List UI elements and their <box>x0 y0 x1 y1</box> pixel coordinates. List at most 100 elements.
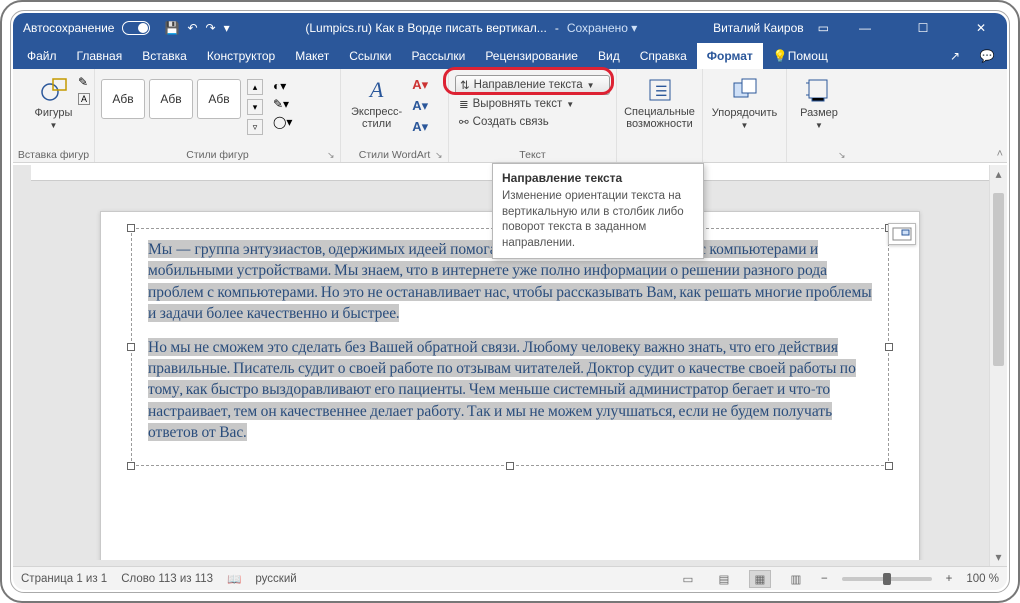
shape-style-2[interactable]: Абв <box>149 79 193 119</box>
comments-button[interactable]: 💬 <box>973 43 1001 69</box>
text-box[interactable]: Мы — группа энтузиастов, одержимых идеей… <box>131 228 889 466</box>
group-wordart-label: Стили WordArt <box>341 149 448 161</box>
word-count[interactable]: Слово 113 из 113 <box>121 573 213 585</box>
layout-options-button[interactable] <box>888 223 916 245</box>
close-button[interactable]: ✕ <box>959 13 1003 43</box>
text-direction-icon: ⇅ <box>460 78 470 92</box>
resize-handle[interactable] <box>127 462 135 470</box>
tab-mailings[interactable]: Рассылки <box>401 43 475 69</box>
shapes-label: Фигуры <box>35 107 73 119</box>
resize-handle[interactable] <box>885 343 893 351</box>
tell-me[interactable]: 💡 Помощ <box>763 43 838 69</box>
page[interactable]: Мы — группа энтузиастов, одержимых идеей… <box>100 211 920 560</box>
tab-references[interactable]: Ссылки <box>339 43 401 69</box>
text-fill-icon[interactable]: A▾ <box>412 77 428 93</box>
tooltip-title: Направление текста <box>502 171 694 185</box>
resize-handle[interactable] <box>506 462 514 470</box>
undo-icon[interactable]: ↶ <box>187 21 197 35</box>
create-link-label: Создать связь <box>473 116 549 128</box>
chevron-down-icon: ▼ <box>50 121 58 130</box>
scroll-up-icon[interactable]: ▴ <box>990 165 1007 183</box>
tab-format[interactable]: Формат <box>697 43 763 69</box>
tab-layout[interactable]: Макет <box>285 43 339 69</box>
align-text-label: Выровнять текст <box>473 98 563 110</box>
wordart-styles-button[interactable]: A Экспресс- стили <box>347 73 406 132</box>
resize-handle[interactable] <box>885 462 893 470</box>
redo-icon[interactable]: ↷ <box>206 21 216 35</box>
align-text-icon: ≣ <box>459 97 469 111</box>
align-text-button[interactable]: ≣ Выровнять текст ▼ <box>455 95 610 113</box>
text-box-icon[interactable]: A <box>78 93 90 105</box>
size-button[interactable]: Размер ▼ <box>793 73 845 132</box>
shape-effects-icon[interactable]: ◯▾ <box>273 115 292 129</box>
shape-outline-icon[interactable]: ✎▾ <box>273 97 292 111</box>
tab-view[interactable]: Вид <box>588 43 630 69</box>
arrange-icon <box>730 75 760 105</box>
scroll-down-icon[interactable]: ▾ <box>990 548 1007 566</box>
vertical-scrollbar[interactable]: ▴ ▾ <box>989 165 1007 566</box>
collapse-ribbon-icon[interactable]: ˄ <box>997 148 1003 160</box>
body-text[interactable]: Мы — группа энтузиастов, одержимых идеей… <box>148 239 872 443</box>
minimize-button[interactable]: — <box>843 13 887 43</box>
saved-status: Сохранено ▾ <box>567 21 638 35</box>
user-name[interactable]: Виталий Каиров <box>713 21 804 35</box>
accessibility-button[interactable]: ☰ Специальные возможности <box>623 73 696 132</box>
autosave-label: Автосохранение <box>23 21 114 35</box>
link-icon: ⚯ <box>459 115 469 129</box>
arrange-button[interactable]: Упорядочить ▼ <box>709 73 780 132</box>
title-bar: Автосохранение 💾 ↶ ↷ ▾ (Lumpics.ru) Как … <box>13 13 1007 43</box>
size-icon <box>804 75 834 105</box>
gallery-down-icon[interactable]: ▾ <box>247 99 263 115</box>
maximize-button[interactable]: ☐ <box>901 13 945 43</box>
group-insert-shapes-label: Вставка фигур <box>13 149 94 161</box>
chevron-down-icon: ▼ <box>815 121 823 130</box>
accessibility-icon: ☰ <box>645 75 675 105</box>
resize-handle[interactable] <box>127 343 135 351</box>
tab-home[interactable]: Главная <box>67 43 133 69</box>
scroll-thumb[interactable] <box>993 193 1004 366</box>
spellcheck-icon[interactable]: 📖 <box>227 572 241 586</box>
create-link-button[interactable]: ⚯ Создать связь <box>455 113 610 131</box>
group-text-label: Текст <box>449 149 616 161</box>
shape-fill-icon[interactable]: ◐▾ <box>273 79 292 93</box>
zoom-in-button[interactable]: + <box>946 573 953 585</box>
tab-help[interactable]: Справка <box>630 43 697 69</box>
zoom-level[interactable]: 100 % <box>966 573 999 585</box>
page-indicator[interactable]: Страница 1 из 1 <box>21 573 107 585</box>
language-indicator[interactable]: русский <box>255 573 296 585</box>
chevron-down-icon: ▼ <box>587 81 595 90</box>
arrange-label: Упорядочить <box>712 107 777 119</box>
svg-text:☰: ☰ <box>655 83 668 99</box>
tab-insert[interactable]: Вставка <box>132 43 197 69</box>
ribbon-display-icon[interactable]: ▭ <box>818 21 829 35</box>
shape-styles-launcher[interactable]: ↘ <box>327 150 337 160</box>
text-direction-button[interactable]: ⇅ Направление текста ▼ <box>455 75 610 95</box>
text-effects-icon[interactable]: A▾ <box>412 119 428 135</box>
text-outline-icon[interactable]: A▾ <box>412 98 428 114</box>
share-button[interactable]: ↗ <box>941 43 969 69</box>
status-bar: Страница 1 из 1 Слово 113 из 113 📖 русск… <box>13 566 1007 590</box>
save-icon[interactable]: 💾 <box>164 21 179 35</box>
size-label: Размер <box>800 107 838 119</box>
focus-mode-button[interactable]: ▭ <box>677 570 699 588</box>
gallery-up-icon[interactable]: ▴ <box>247 79 263 95</box>
accessibility-label: Специальные возможности <box>624 107 695 130</box>
zoom-slider[interactable] <box>842 577 932 581</box>
edit-shape-icon[interactable]: ✎ <box>78 75 90 89</box>
tab-file[interactable]: Файл <box>17 43 67 69</box>
read-mode-button[interactable]: ▤ <box>713 570 735 588</box>
size-launcher[interactable]: ↘ <box>838 150 848 160</box>
shapes-icon <box>39 75 69 105</box>
shape-style-1[interactable]: Абв <box>101 79 145 119</box>
gallery-more-icon[interactable]: ▿ <box>247 119 263 135</box>
wordart-label: Экспресс- стили <box>351 107 402 130</box>
print-layout-button[interactable]: ▦ <box>749 570 771 588</box>
resize-handle[interactable] <box>127 224 135 232</box>
wordart-launcher[interactable]: ↘ <box>435 150 445 160</box>
tab-review[interactable]: Рецензирование <box>475 43 588 69</box>
autosave-toggle[interactable] <box>122 21 150 35</box>
shape-style-3[interactable]: Абв <box>197 79 241 119</box>
tab-design[interactable]: Конструктор <box>197 43 285 69</box>
web-layout-button[interactable]: ▥ <box>785 570 807 588</box>
zoom-out-button[interactable]: − <box>821 573 828 585</box>
